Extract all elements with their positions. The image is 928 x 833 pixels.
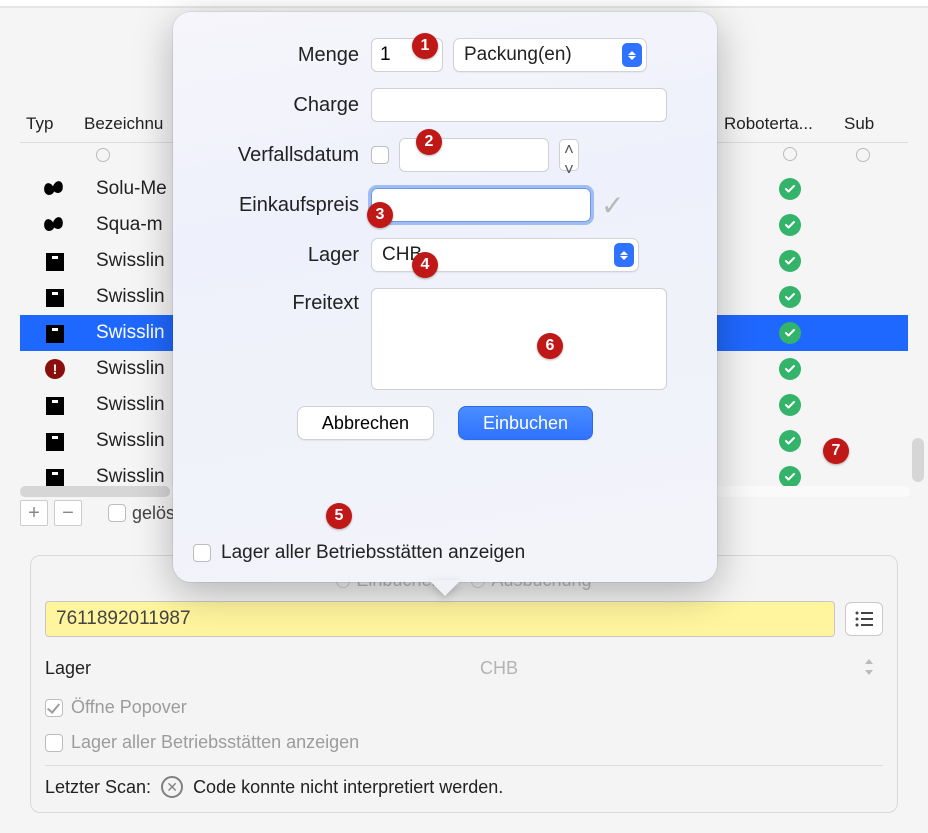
unit-select[interactable]: Packung(en) xyxy=(453,38,647,72)
row-name: Swisslin xyxy=(96,466,165,487)
row-name: Swisslin xyxy=(96,250,165,271)
check-circle-icon xyxy=(779,322,801,344)
check-circle-icon xyxy=(779,286,801,308)
panel-lager-select[interactable]: CHB xyxy=(115,653,883,683)
row-name: Swisslin xyxy=(96,394,165,415)
barcode-input[interactable] xyxy=(45,601,835,637)
callout-6: 6 xyxy=(537,333,563,359)
box-icon xyxy=(46,325,64,343)
row-name: Solu-Me xyxy=(96,178,167,199)
col-roboter[interactable]: Roboterta... xyxy=(718,110,838,138)
callout-3: 3 xyxy=(367,202,393,228)
submit-button[interactable]: Einbuchen xyxy=(458,406,593,440)
panel-allsites-label: Lager aller Betriebsstätten anzeigen xyxy=(71,732,359,753)
chevron-updown-icon xyxy=(614,243,634,267)
bean-icon xyxy=(44,179,66,199)
check-circle-icon xyxy=(779,394,801,416)
vertical-scrollbar[interactable] xyxy=(910,430,925,500)
ek-label: Einkaufspreis xyxy=(201,194,371,217)
col-typ[interactable]: Typ xyxy=(20,110,78,138)
box-icon xyxy=(46,469,64,487)
check-circle-icon xyxy=(779,358,801,380)
check-circle-icon xyxy=(779,178,801,200)
box-icon xyxy=(46,253,64,271)
charge-label: Charge xyxy=(201,94,371,117)
last-scan-message: Code konnte nicht interpretiert werden. xyxy=(193,777,503,798)
panel-lager-value: CHB xyxy=(480,658,518,679)
charge-input[interactable] xyxy=(371,88,667,122)
ek-input[interactable] xyxy=(371,188,591,222)
error-icon: ✕ xyxy=(161,776,183,798)
check-circle-icon xyxy=(779,250,801,272)
row-name: Swisslin xyxy=(96,358,165,379)
box-icon xyxy=(46,433,64,451)
cancel-button[interactable]: Abbrechen xyxy=(297,406,434,440)
deleted-label: gelös xyxy=(132,503,175,524)
alert-icon: ! xyxy=(45,359,65,379)
col-sub[interactable]: Sub xyxy=(838,110,888,138)
callout-1: 1 xyxy=(412,33,438,59)
open-popover-label: Öffne Popover xyxy=(71,697,187,718)
row-name: Swisslin xyxy=(96,430,165,451)
pop-lager-label: Lager xyxy=(201,244,371,267)
box-icon xyxy=(46,289,64,307)
filter-radio-roboter[interactable] xyxy=(783,147,797,161)
check-icon: ✓ xyxy=(601,189,624,222)
box-icon xyxy=(46,397,64,415)
filter-radio-sub[interactable] xyxy=(856,148,870,162)
filter-radio-bezeichnung[interactable] xyxy=(96,148,110,162)
table-footer: + − gelös xyxy=(20,500,175,526)
scan-panel: Einbuchen Ausbuchung Lager CHB Öffne Pop… xyxy=(30,555,898,813)
row-name: Squa-m xyxy=(96,214,163,235)
panel-allsites-checkbox[interactable] xyxy=(45,734,63,752)
check-circle-icon xyxy=(779,466,801,488)
check-circle-icon xyxy=(779,214,801,236)
add-button[interactable]: + xyxy=(20,500,48,526)
deleted-checkbox[interactable] xyxy=(108,504,126,522)
row-name: Swisslin xyxy=(96,286,165,307)
callout-7: 7 xyxy=(823,438,849,464)
chevron-updown-icon xyxy=(622,43,642,67)
last-scan-label: Letzter Scan: xyxy=(45,777,151,798)
callout-4: 4 xyxy=(412,252,438,278)
pop-allsites-checkbox[interactable] xyxy=(193,544,211,562)
pop-allsites-label: Lager aller Betriebsstätten anzeigen xyxy=(221,542,525,564)
freitext-input[interactable] xyxy=(371,288,667,390)
callout-2: 2 xyxy=(416,129,442,155)
callout-5: 5 xyxy=(326,503,352,529)
freitext-label: Freitext xyxy=(201,288,371,315)
panel-lager-label: Lager xyxy=(45,658,115,679)
bean-icon xyxy=(44,215,66,235)
row-name: Swisslin xyxy=(96,322,165,343)
unit-value: Packung(en) xyxy=(464,44,614,66)
menge-label: Menge xyxy=(201,44,371,67)
remove-button[interactable]: − xyxy=(54,500,82,526)
open-popover-checkbox[interactable] xyxy=(45,699,63,717)
check-circle-icon xyxy=(779,430,801,452)
verfall-stepper[interactable]: ˄˅ xyxy=(559,139,579,171)
list-button[interactable] xyxy=(845,602,883,636)
verfall-checkbox[interactable] xyxy=(371,146,389,164)
booking-popover: Menge Packung(en) Charge Verfallsdatum ˄… xyxy=(173,12,717,582)
verfall-label: Verfallsdatum xyxy=(201,144,371,167)
